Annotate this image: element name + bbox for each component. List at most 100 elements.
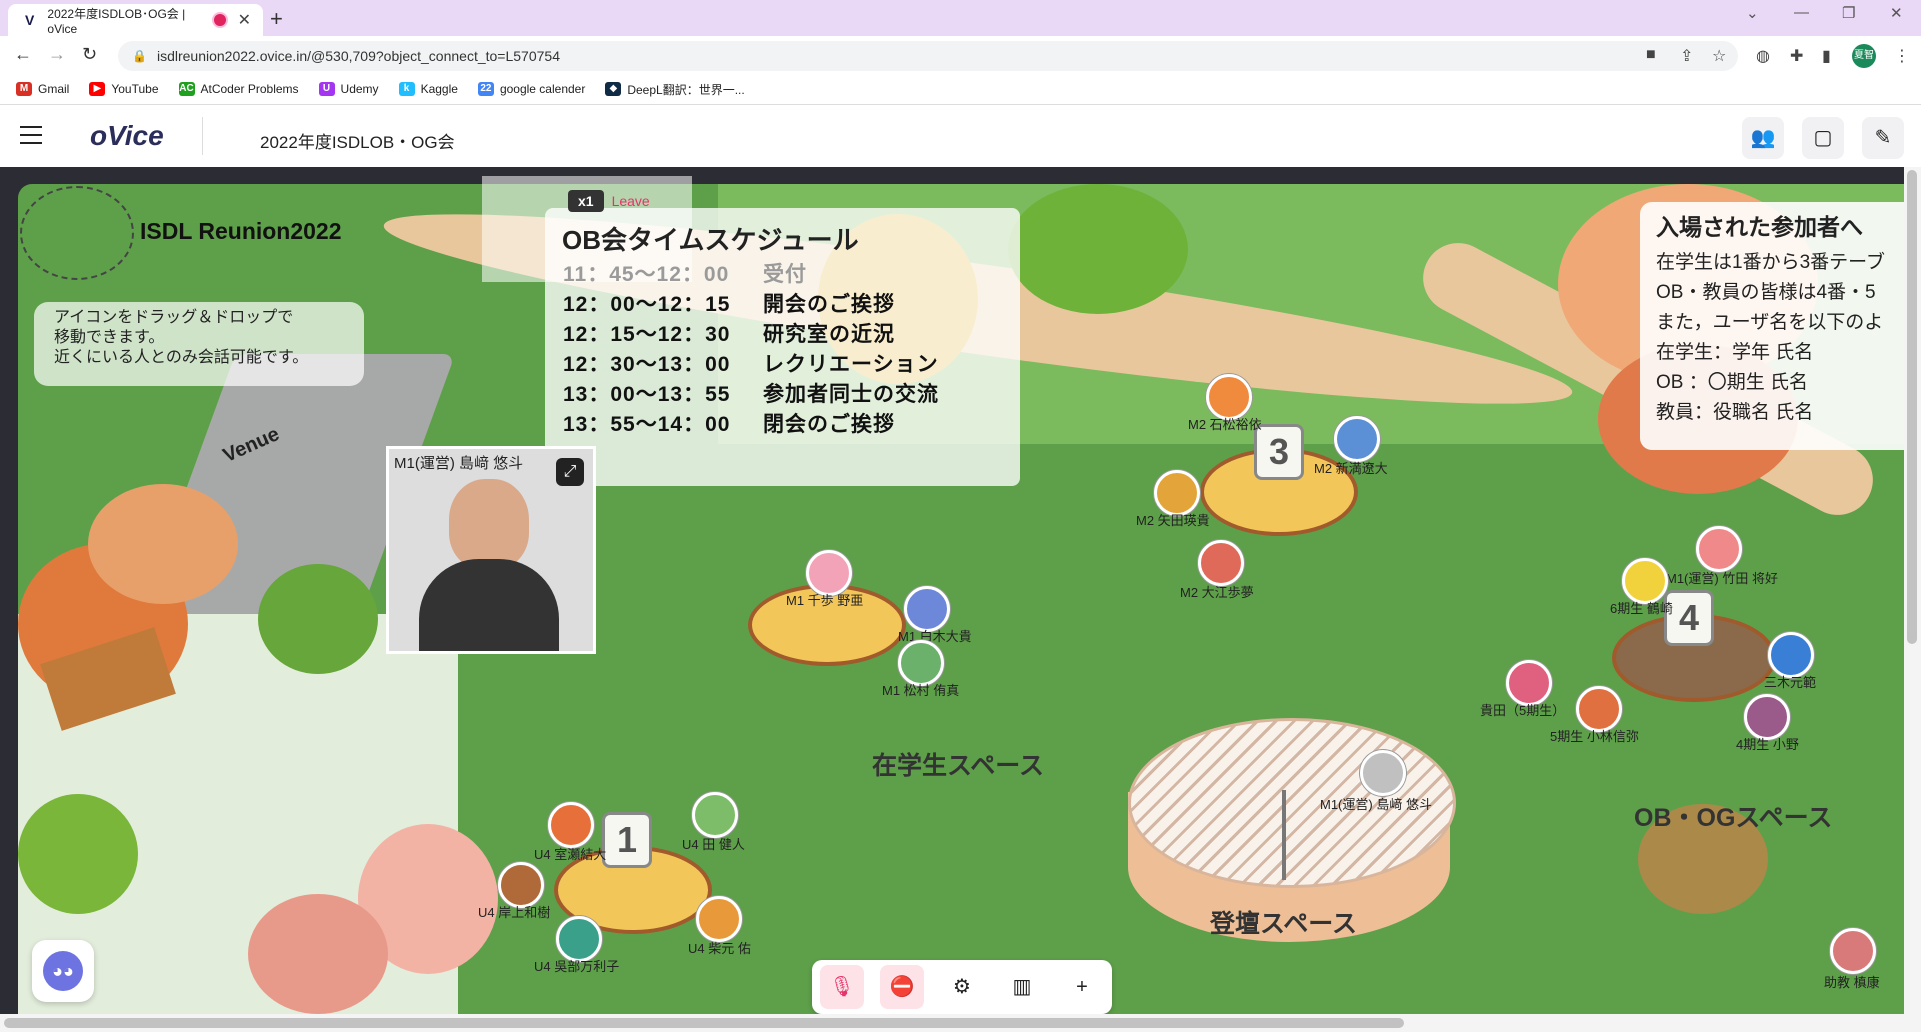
autumn-tree — [88, 484, 238, 604]
menu-kebab-icon[interactable]: ⋮ — [1894, 46, 1910, 66]
ovice-logo: oVice — [90, 120, 164, 151]
video-user-label: M1(運営) 島﨑 悠斗 — [394, 455, 524, 472]
url-text: isdlreunion2022.ovice.in/@530,709?object… — [156, 48, 560, 64]
bookmark-udemy[interactable]: U Udemy — [318, 82, 379, 96]
user-name: U4 吳部万利子 — [534, 959, 620, 974]
forward-icon[interactable]: → — [48, 44, 66, 65]
mic-off-icon[interactable]: 🎙 — [820, 965, 864, 1009]
bookmark-label: DeepL翻訳：世界一... — [627, 82, 745, 97]
recording-indicator-icon — [212, 12, 228, 28]
zoom-controls: x1 Leave — [568, 190, 650, 212]
isdl-globe-logo — [20, 186, 134, 280]
schedule-row: 12：30〜13：00 レクリエーション — [563, 348, 939, 378]
extensions-puzzle-icon[interactable]: ✚ — [1790, 46, 1803, 66]
notice-title: 入場された参加者へ — [1656, 214, 1863, 240]
vertical-scroll-thumb[interactable] — [1907, 170, 1917, 644]
bookmark-youtube[interactable]: ▶ YouTube — [89, 82, 159, 96]
add-icon[interactable]: + — [1060, 965, 1104, 1009]
close-tab-icon[interactable]: ✕ — [238, 10, 251, 30]
instruction-line: 移動できます。 — [54, 329, 165, 346]
instructions-panel: アイコンをドラッグ＆ドロップで 移動できます。 近くにいる人とのみ会話可能です。 — [34, 302, 364, 386]
tab-search-icon[interactable]: ⌄ — [1746, 4, 1759, 22]
camera-in-use-icon[interactable]: ■ — [1646, 46, 1656, 64]
room-title: 2022年度ISDLOB・OG会 — [260, 133, 455, 152]
user-name: 4期生 小野 — [1736, 737, 1799, 752]
bookmark-gmail[interactable]: M Gmail — [16, 82, 69, 96]
bookmark-kaggle[interactable]: k Kaggle — [398, 82, 458, 96]
bookmarks-bar: M Gmail ▶ YouTube AC AtCoder Problems U Udem… — [0, 74, 1921, 105]
user-avatar[interactable] — [692, 792, 738, 838]
green-tree — [1008, 184, 1188, 314]
schedule-time: 12：00〜12：15 — [563, 293, 731, 316]
user-name: M2 矢田瑛貴 — [1136, 513, 1210, 528]
user-name: M1(運営) 島﨑 悠斗 — [1320, 797, 1432, 812]
isdl-title: ISDL Reunion2022 — [140, 218, 342, 244]
bookmark-atcoder[interactable]: AC AtCoder Problems — [178, 82, 299, 96]
new-tab-button[interactable]: + — [270, 6, 283, 32]
settings-gear-icon[interactable]: ⚙ — [940, 965, 984, 1009]
bottom-toolbar: 🎙 ⛔ ⚙ ▥ + — [812, 960, 1112, 1014]
schedule-title: OB会タイムスケジュール — [562, 225, 859, 255]
schedule-row: 13：00〜13：55 参加者同士の交流 — [563, 378, 939, 408]
user-avatar[interactable] — [1360, 750, 1406, 796]
notice-line: 在学生：学年 氏名 — [1656, 342, 1814, 363]
horizontal-scroll-thumb[interactable] — [4, 1018, 1404, 1028]
user-name: M2 大江歩夢 — [1180, 585, 1254, 600]
browser-tab[interactable]: V 2022年度ISDLOB･OG会 | oVice ✕ — [8, 4, 263, 36]
url-bar[interactable]: 🔒 isdlreunion2022.ovice.in/@530,709?obje… — [118, 41, 1738, 71]
tab-title: 2022年度ISDLOB･OG会 | oVice — [47, 6, 186, 36]
chat-icon[interactable]: ▢ — [1802, 117, 1844, 159]
kaggle-icon: k — [398, 82, 415, 96]
zoom-select[interactable]: x1 — [568, 190, 604, 212]
schedule-time: 13：55〜14：00 — [563, 413, 731, 436]
youtube-icon: ▶ — [89, 82, 106, 96]
video-person-body — [419, 559, 559, 651]
bookmark-label: Udemy — [340, 82, 379, 96]
calendar-icon: 22 — [477, 82, 494, 96]
restore-icon[interactable]: ❐ — [1842, 4, 1855, 22]
user-avatar[interactable] — [696, 896, 742, 942]
notes-icon[interactable]: ✎ — [1862, 117, 1904, 159]
user-avatar[interactable] — [1334, 416, 1380, 462]
bookmark-google-calendar[interactable]: 22 google calender — [477, 82, 586, 96]
user-name: 貴田（5期生） — [1480, 703, 1566, 718]
participants-icon[interactable]: 👥 — [1742, 117, 1784, 159]
user-name: U4 柴元 佑 — [688, 941, 751, 956]
chatbot-button[interactable]: ◕◕ — [32, 940, 94, 1002]
minimize-icon[interactable]: — — [1794, 4, 1809, 21]
user-name: U4 室瀬結大 — [534, 847, 607, 862]
bookmark-star-icon[interactable]: ☆ — [1712, 46, 1726, 66]
hamburger-menu-icon[interactable] — [20, 126, 42, 150]
udemy-icon: U — [318, 82, 335, 96]
expand-icon[interactable]: ⤢ — [556, 458, 584, 486]
user-name: 助教 槙康 — [1824, 975, 1880, 990]
leave-button[interactable]: Leave — [612, 193, 650, 209]
user-avatar[interactable] — [1830, 928, 1876, 974]
profile-avatar[interactable]: 夏智 — [1852, 44, 1876, 68]
schedule-row: 12：00〜12：15 開会のご挨拶 — [563, 288, 895, 318]
schedule-time: 11：45〜12：00 — [563, 263, 730, 286]
map-icon[interactable]: ▥ — [1000, 965, 1044, 1009]
schedule-time: 12：15〜12：30 — [563, 323, 731, 346]
extension-cat-icon[interactable]: ◍ — [1756, 46, 1770, 66]
green-tree — [18, 794, 138, 914]
schedule-row: 11：45〜12：00 受付 — [563, 258, 807, 288]
back-icon[interactable]: ← — [14, 44, 32, 65]
bookmark-label: YouTube — [111, 82, 159, 96]
reload-icon[interactable]: ↻ — [82, 44, 97, 65]
side-panel-icon[interactable]: ▮ — [1822, 46, 1831, 66]
user-name: M2 新満遼大 — [1314, 461, 1388, 476]
user-avatar[interactable] — [1696, 526, 1742, 572]
students-space-label: 在学生スペース — [872, 752, 1045, 780]
share-icon[interactable]: ⇪ — [1680, 46, 1693, 66]
close-window-icon[interactable]: ✕ — [1890, 4, 1903, 22]
notice-line: 教員：役職名 氏名 — [1656, 402, 1814, 423]
user-avatar[interactable] — [1198, 540, 1244, 586]
schedule-item: 開会のご挨拶 — [763, 293, 895, 316]
bookmark-label: google calender — [499, 82, 586, 96]
bookmark-deepl[interactable]: ◆ DeepL翻訳：世界一... — [605, 81, 745, 98]
camera-off-icon[interactable]: ⛔ — [880, 965, 924, 1009]
user-name: M1 松村 侑真 — [882, 683, 960, 698]
user-avatar[interactable] — [548, 802, 594, 848]
notice-line: 在学生は1番から3番テーブ — [1656, 252, 1885, 273]
